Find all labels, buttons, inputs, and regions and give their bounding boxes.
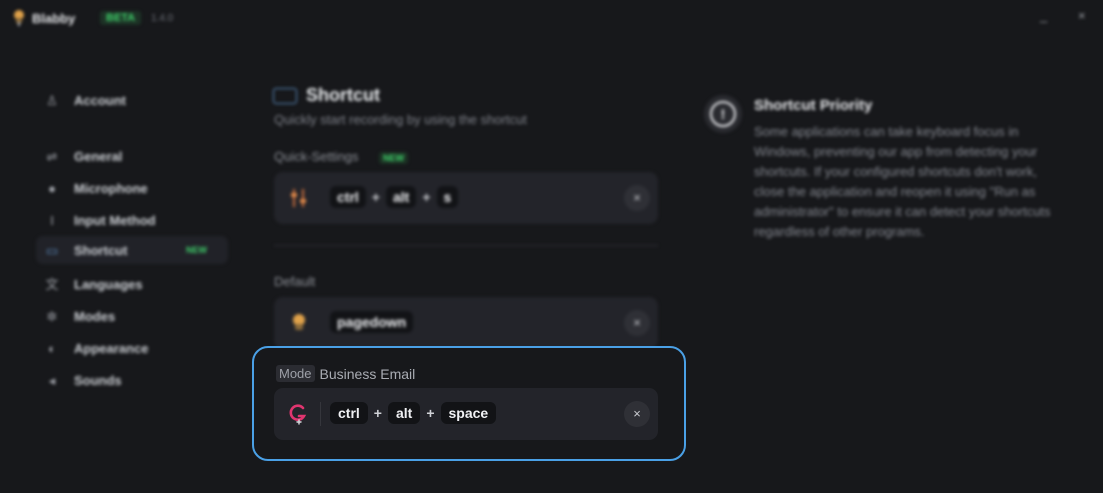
info-title: Shortcut Priority	[754, 97, 873, 114]
version-label: 1.4.0	[151, 13, 174, 24]
g-logo-icon	[289, 404, 307, 425]
keycap: s	[436, 186, 459, 208]
keycap: alt	[385, 186, 417, 208]
sidebar-item-label: Microphone	[74, 181, 148, 196]
shortcut-keys: ctrl + alt + s	[330, 186, 459, 208]
keyboard-icon: ▭	[45, 243, 59, 258]
sidebar-item-label: Modes	[74, 309, 116, 324]
clear-shortcut-button[interactable]: ×	[624, 185, 650, 211]
sidebar-item-general[interactable]: ⇌ General	[36, 142, 228, 170]
quick-settings-label: Quick-Settings	[274, 149, 359, 164]
sidebar-item-languages[interactable]: 文 Languages	[36, 270, 228, 298]
sidebar-item-label: Languages	[74, 277, 143, 292]
beta-badge: BETA	[100, 11, 142, 25]
keyboard-icon	[273, 88, 297, 104]
sidebar-item-label: Appearance	[74, 341, 149, 356]
sidebar-item-label: Account	[74, 93, 126, 108]
translate-icon: 文	[45, 277, 59, 292]
sidebar-item-label: Shortcut	[74, 243, 128, 258]
page-title: Shortcut	[306, 85, 380, 105]
divider	[274, 245, 658, 246]
default-shortcut-card[interactable]: pagedown ×	[274, 297, 658, 349]
clear-shortcut-button[interactable]: ×	[624, 401, 650, 427]
mode-shortcut-card[interactable]: ctrl + alt + space ×	[274, 388, 658, 440]
microphone-mascot-icon	[293, 314, 305, 330]
divider	[320, 402, 321, 426]
shortcut-keys: ctrl + alt + space	[330, 402, 497, 424]
exclamation-icon: !	[710, 101, 736, 127]
keycap: ctrl	[330, 402, 368, 424]
info-icon: !	[704, 95, 742, 133]
plus-sign: +	[426, 405, 435, 421]
sidebar-item-shortcut[interactable]: ▭ Shortcut NEW	[36, 236, 228, 264]
blabby-logo-icon	[14, 10, 24, 26]
clear-shortcut-button[interactable]: ×	[624, 310, 650, 336]
plus-sign: +	[422, 189, 431, 205]
sidebar-item-sounds[interactable]: ◂ Sounds	[36, 366, 228, 394]
shortcut-keys: pagedown	[330, 311, 414, 333]
speaker-icon: ◂	[48, 373, 56, 388]
user-icon: ♙	[46, 93, 58, 108]
mode-name: Business Email	[319, 365, 416, 382]
microphone-icon: ●	[48, 181, 56, 196]
minimize-button[interactable]: _	[1040, 8, 1047, 23]
close-window-button[interactable]: ×	[1078, 8, 1086, 23]
sidebar-item-input-method[interactable]: I Input Method	[36, 206, 228, 234]
keycap: ctrl	[330, 186, 366, 208]
sidebar-item-label: Sounds	[74, 373, 122, 388]
sidebar-item-appearance[interactable]: ◐ Appearance	[36, 334, 228, 362]
info-body: Some applications can take keyboard focu…	[754, 124, 1051, 239]
keycap: alt	[387, 402, 421, 424]
keycap: pagedown	[330, 311, 414, 333]
mode-header: Mode Business Email	[276, 365, 415, 382]
sliders-icon: ⇌	[46, 149, 58, 164]
sidebar-item-microphone[interactable]: ● Microphone	[36, 174, 228, 202]
keycap: space	[440, 402, 497, 424]
new-badge: NEW	[186, 245, 207, 255]
plus-sign: +	[371, 189, 380, 205]
new-badge: NEW	[379, 152, 408, 164]
text-cursor-icon: I	[50, 213, 54, 228]
mode-tag: Mode	[276, 365, 315, 382]
modes-icon: ✲	[46, 309, 58, 324]
sidebar-item-modes[interactable]: ✲ Modes	[36, 302, 228, 330]
sidebar-item-label: Input Method	[74, 213, 156, 228]
default-label: Default	[274, 274, 316, 289]
quick-settings-shortcut-card[interactable]: ctrl + alt + s ×	[274, 172, 658, 224]
title-bar: Blabby BETA 1.4.0 _ ×	[0, 0, 1103, 38]
sliders-icon	[291, 189, 306, 207]
plus-sign: +	[373, 405, 382, 421]
palette-icon: ◐	[48, 341, 56, 356]
app-name: Blabby	[32, 11, 76, 26]
mode-shortcut-highlight: Mode Business Email ctrl + alt + space ×	[252, 346, 686, 461]
sidebar-item-label: General	[74, 149, 123, 164]
sidebar-item-account[interactable]: ♙ Account	[36, 86, 228, 114]
page-subtitle: Quickly start recording by using the sho…	[274, 112, 527, 127]
